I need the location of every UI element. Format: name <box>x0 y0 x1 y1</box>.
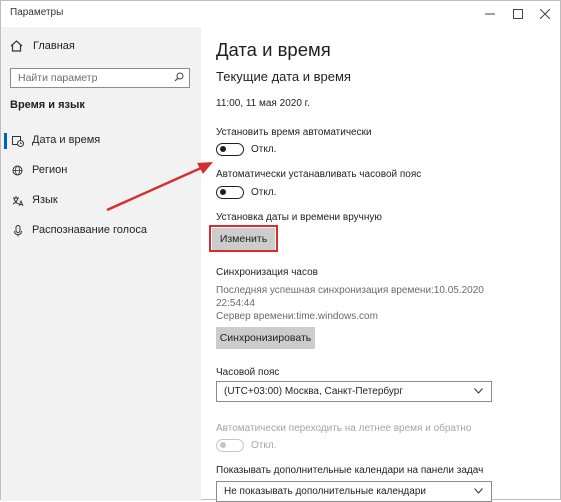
chevron-down-icon <box>474 488 483 494</box>
auto-time-label: Установить время автоматически <box>216 127 372 138</box>
timezone-select[interactable]: (UTC+03:00) Москва, Санкт-Петербург <box>216 381 492 402</box>
search-placeholder: Найти параметр <box>18 72 98 84</box>
sync-title: Синхронизация часов <box>216 267 318 278</box>
auto-timezone-state: Откл. <box>251 187 277 198</box>
minimize-button[interactable] <box>475 1 505 27</box>
auto-timezone-toggle[interactable] <box>216 186 244 199</box>
sync-now-button[interactable]: Синхронизировать <box>216 327 315 349</box>
auto-timezone-label: Автоматически устанавливать часовой пояс <box>216 169 422 180</box>
timezone-label: Часовой пояс <box>216 367 280 378</box>
toggle-knob <box>220 442 226 448</box>
toggle-knob <box>220 146 226 152</box>
microphone-icon <box>14 225 22 237</box>
chevron-down-icon <box>474 388 483 394</box>
sidebar-item-label: Дата и время <box>32 134 101 146</box>
sidebar-item-label: Язык <box>32 194 58 206</box>
sidebar-item-label: Распознавание голоса <box>32 224 147 236</box>
calendars-select[interactable]: Не показывать дополнительные календари <box>216 481 492 502</box>
dst-state: Откл. <box>251 440 277 451</box>
timezone-value: (UTC+03:00) Москва, Санкт-Петербург <box>224 386 403 397</box>
manual-time-label: Установка даты и времени вручную <box>216 212 382 223</box>
minimize-icon <box>485 13 495 15</box>
section-title: Время и язык <box>10 99 85 111</box>
calendars-label: Показывать дополнительные календари на п… <box>216 465 484 476</box>
sidebar-item-label: Регион <box>32 164 68 176</box>
sidebar-item-speech[interactable]: Распознавание голоса <box>1 219 201 243</box>
search-icon <box>174 72 184 82</box>
current-datetime: 11:00, 11 мая 2020 г. <box>216 98 310 109</box>
toggle-knob <box>220 189 226 195</box>
page-title: Дата и время <box>216 39 331 60</box>
sidebar-item-language[interactable]: Язык <box>1 189 201 213</box>
calendar-clock-icon <box>12 136 24 147</box>
time-server: Сервер времени:time.windows.com <box>216 311 378 322</box>
language-icon <box>12 196 24 207</box>
globe-gear-icon <box>12 165 23 176</box>
sidebar-item-date-time[interactable]: Дата и время <box>1 129 201 153</box>
home-link[interactable]: Главная <box>10 40 75 52</box>
auto-time-state: Откл. <box>251 144 277 155</box>
last-sync-line2: 22:54:44 <box>216 298 255 309</box>
close-button[interactable] <box>530 1 560 27</box>
search-input[interactable]: Найти параметр <box>10 68 190 88</box>
home-label: Главная <box>33 40 75 52</box>
auto-time-toggle[interactable] <box>216 143 244 156</box>
dst-label: Автоматически переходить на летнее время… <box>216 423 472 434</box>
sidebar-item-region[interactable]: Регион <box>1 159 201 183</box>
settings-window: Параметры Главная Найти параметр Время и… <box>0 0 561 502</box>
maximize-button[interactable] <box>503 1 533 27</box>
window-title: Параметры <box>10 7 64 18</box>
section-heading: Текущие дата и время <box>216 69 351 84</box>
last-sync-line1: Последняя успешная синхронизация времени… <box>216 285 484 296</box>
home-icon <box>10 40 23 52</box>
change-button[interactable]: Изменить <box>212 228 275 250</box>
calendars-value: Не показывать дополнительные календари <box>224 486 426 497</box>
title-bar: Параметры <box>1 1 560 27</box>
close-icon <box>540 9 550 19</box>
maximize-icon <box>513 9 523 19</box>
dst-toggle[interactable] <box>216 439 244 452</box>
